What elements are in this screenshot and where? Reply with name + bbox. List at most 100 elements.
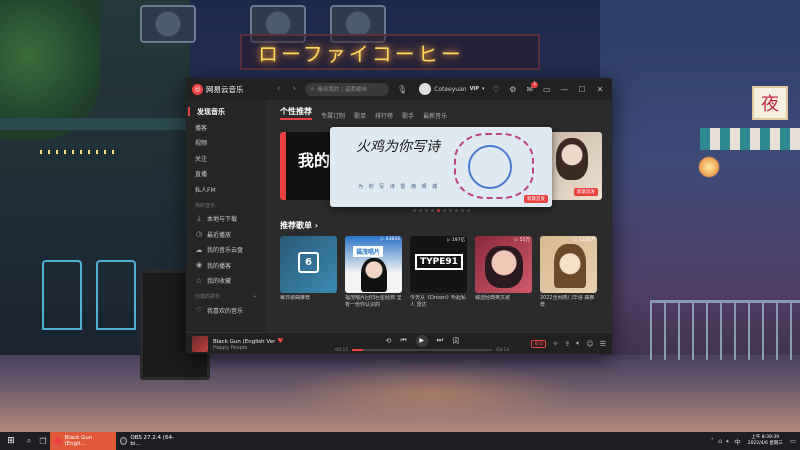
playlist-title[interactable]: 今天从《Drown》听起私人 雷达	[410, 295, 467, 309]
carousel-dot[interactable]	[454, 209, 458, 212]
netease-logo-icon: ◎	[192, 83, 203, 95]
carousel-dot[interactable]	[448, 209, 452, 212]
gear-icon[interactable]: ⚙	[507, 85, 518, 94]
tab-bar: 个性推荐 专属订制 歌单 排行榜 歌手 最新音乐	[280, 106, 602, 120]
volume-icon[interactable]: 🔈︎	[726, 437, 730, 446]
playlist-cover[interactable]: ▷ 1266万	[540, 236, 597, 293]
system-clock[interactable]: 上午 8:39:39 2022/4/6 星期三	[745, 435, 786, 447]
chevron-up-icon[interactable]: ˄	[711, 437, 714, 445]
network-icon[interactable]: ⌂	[718, 437, 722, 445]
sidebar-item-discover[interactable]: 发现音乐	[186, 104, 266, 120]
notification-icon[interactable]: ▭	[790, 437, 796, 445]
community-icon[interactable]: ☺	[586, 340, 593, 348]
carousel-dot[interactable]	[418, 209, 422, 212]
minimize-icon[interactable]: —	[558, 85, 570, 94]
carousel-dot[interactable]	[460, 209, 464, 212]
tab-playlist[interactable]: 歌单	[354, 111, 366, 120]
playlist-card[interactable]: 6 每日歌曲推荐	[280, 236, 337, 309]
carousel-dot[interactable]	[466, 209, 470, 212]
playlist-cover[interactable]: ▷ 197亿 TYPE91	[410, 236, 467, 293]
playlist-queue-icon[interactable]: ☰	[600, 340, 606, 348]
vip-badge: VIP	[469, 86, 479, 92]
sidebar-item-recent[interactable]: ◷ 最近播放	[186, 227, 266, 243]
playlist-title[interactable]: 每日歌曲推荐	[280, 295, 337, 309]
close-icon[interactable]: ✕	[594, 85, 606, 94]
playlist-title[interactable]: 臻选经典英文歌	[475, 295, 532, 309]
now-playing-cover[interactable]	[192, 335, 208, 352]
sidebar-item-cloud[interactable]: ☁ 我的音乐云盘	[186, 242, 266, 258]
sidebar-item-liked[interactable]: ♡ 我喜欢的音乐	[186, 303, 266, 319]
cover-label: TYPE91	[415, 254, 463, 270]
maximize-icon[interactable]: ☐	[576, 85, 588, 94]
previous-icon[interactable]: ⏮	[400, 336, 406, 345]
carousel-dot[interactable]	[412, 209, 416, 212]
search-input[interactable]: ⌕ 秦岚我的 | 温柔暖味	[305, 82, 389, 96]
sidebar-item-my-podcast[interactable]: ◉ 我的播客	[186, 258, 266, 274]
play-button[interactable]: ▶	[415, 334, 428, 347]
playlist-cover[interactable]: 6	[280, 236, 337, 293]
add-playlist-button[interactable]: +	[253, 294, 257, 300]
sidebar-item-live[interactable]: 直播	[186, 166, 266, 182]
mini-mode-icon[interactable]: ▭	[541, 85, 552, 94]
song-artist[interactable]: Happy People	[213, 345, 313, 351]
sidebar-item-follow[interactable]: 关注	[186, 151, 266, 167]
playlist-title[interactable]: 2022全网热门华语 曲推荐	[540, 295, 597, 309]
next-icon[interactable]: ⏭	[437, 336, 443, 345]
taskbar-item-music[interactable]: Black Gun (Engli...	[50, 432, 116, 450]
carousel-dot[interactable]	[442, 209, 446, 212]
quality-badge[interactable]: 极高	[531, 339, 547, 348]
sidebar-item-collection[interactable]: ☆ 我的收藏	[186, 273, 266, 289]
tab-recommend[interactable]: 个性推荐	[280, 106, 312, 120]
search-icon[interactable]: ⌕	[22, 432, 36, 450]
carousel-dot[interactable]	[424, 209, 428, 212]
share-icon[interactable]: ⇪	[564, 340, 570, 348]
carousel-dots	[280, 209, 602, 214]
lyrics-icon[interactable]: 词	[452, 336, 459, 346]
like-heart-icon[interactable]: ♥	[277, 337, 283, 345]
playlist-card[interactable]: ▷ 1266万 2022全网热门华语 曲推荐	[540, 236, 597, 309]
main-content: 个性推荐 专属订制 歌单 排行榜 歌手 最新音乐 我的 新歌首发 火鸡为你写诗 …	[266, 100, 612, 332]
mail-icon[interactable]: ✉ 1	[524, 81, 539, 94]
banner-next-tag: 新歌首发	[574, 188, 598, 196]
user-profile[interactable]: Coteeyuan VIP ▾	[419, 83, 484, 95]
app-logo[interactable]: ◎ 网易云音乐	[192, 83, 268, 95]
username: Coteeyuan	[434, 85, 467, 93]
playlist-card[interactable]: ▷ 55万 臻选经典英文歌	[475, 236, 532, 309]
wallpaper-stool	[96, 260, 136, 330]
carousel-dot[interactable]	[430, 209, 434, 212]
back-arrow-icon[interactable]: ‹	[274, 84, 284, 94]
playlist-title[interactable]: 福茂唱片回归巨星经典 里有一份你认识的	[345, 295, 402, 309]
playlist-cover[interactable]: ▷ 55万	[475, 236, 532, 293]
wallpaper-lamp	[698, 156, 720, 178]
tab-custom[interactable]: 专属订制	[321, 111, 345, 120]
banner-current[interactable]: 火鸡为你写诗 为 你 写 诗 雷 雨 倾 城 新歌首发	[330, 127, 552, 207]
loop-icon[interactable]: ⟲	[385, 337, 391, 345]
song-title[interactable]: Black Gun (English Ver ♥	[213, 337, 313, 345]
sound-effect-icon[interactable]: ✧	[552, 340, 558, 348]
sidebar-item-fm[interactable]: 私人FM	[186, 182, 266, 198]
tab-charts[interactable]: 排行榜	[375, 111, 393, 120]
task-view-icon[interactable]: ❐	[36, 432, 50, 450]
download-icon: ⤓	[197, 214, 201, 223]
ime-indicator[interactable]: 中	[734, 436, 741, 446]
player-bar: Black Gun (English Ver ♥ Happy People ⟲ …	[186, 332, 612, 354]
tab-new-music[interactable]: 最新音乐	[423, 111, 447, 120]
windows-start-icon[interactable]: ⊞	[0, 432, 22, 450]
playlist-card[interactable]: ▷ 197亿 TYPE91 今天从《Drown》听起私人 雷达	[410, 236, 467, 309]
carousel-dot[interactable]	[436, 209, 440, 212]
sidebar-item-video[interactable]: 视频	[186, 135, 266, 151]
tab-artists[interactable]: 歌手	[402, 111, 414, 120]
playlist-cover[interactable]: ▷ 43834 福茂唱片	[345, 236, 402, 293]
sidebar-item-local[interactable]: ⤓ 本地与下载	[186, 211, 266, 227]
taskbar-item-obs[interactable]: OBS 27.2.4 (64-bi...	[116, 432, 182, 450]
sidebar-item-podcast[interactable]: 播客	[186, 120, 266, 136]
skin-icon[interactable]: ♡	[490, 85, 501, 94]
cloud-icon: ☁	[195, 245, 203, 254]
volume-icon[interactable]: 🔈︎	[576, 339, 580, 348]
recommend-playlists-title[interactable]: 推荐歌单 ›	[280, 220, 602, 232]
microphone-icon[interactable]: 🎙︎	[397, 85, 407, 94]
progress-slider[interactable]	[352, 349, 493, 351]
playlist-card[interactable]: ▷ 43834 福茂唱片 福茂唱片回归巨星经典 里有一份你认识的	[345, 236, 402, 309]
forward-arrow-icon[interactable]: ›	[289, 84, 299, 94]
play-count: ▷ 1266万	[574, 238, 595, 243]
